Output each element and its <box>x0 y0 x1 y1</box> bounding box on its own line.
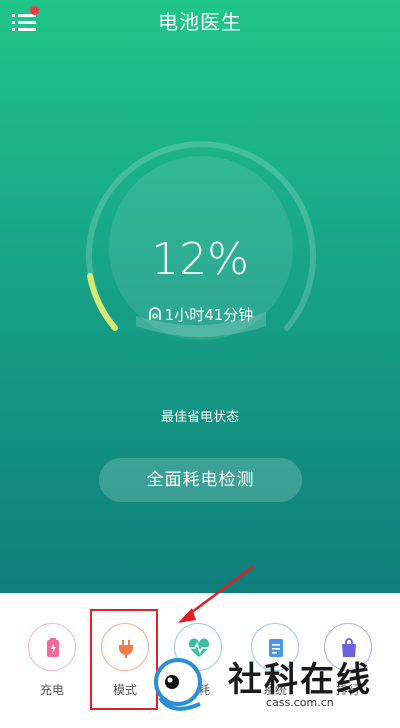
status-text: 最佳省电状态 <box>160 410 239 425</box>
page-title: 电池医生 <box>158 10 242 34</box>
remaining-time-text: 1小时41分钟 <box>164 306 254 324</box>
annotation-highlight-box <box>90 609 158 710</box>
plug-time-icon <box>147 306 163 322</box>
tab-label: 充电 <box>39 683 64 697</box>
battery-panel: 电池医生 12% 1小时41分钟 最佳省电状态 全面耗电检测 <box>0 0 400 593</box>
full-check-button[interactable]: 全面耗电检测 <box>99 458 302 502</box>
watermark-url: cass.com.cn <box>266 696 334 709</box>
watermark-brand: 社科在线 <box>228 660 372 700</box>
tab-charge[interactable]: 充电 <box>27 623 77 698</box>
battery-charge-icon <box>28 623 76 671</box>
annotation-arrow-icon <box>178 564 255 623</box>
battery-percent: 12% <box>151 234 249 285</box>
remaining-time: 1小时41分钟 <box>0 304 400 325</box>
